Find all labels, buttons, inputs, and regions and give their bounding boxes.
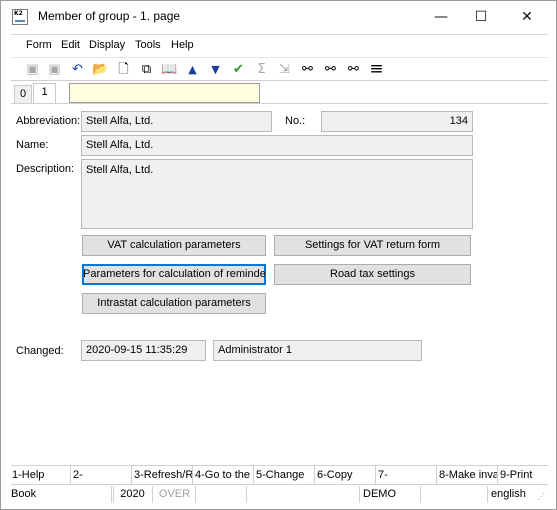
- status-bar: Book 2020 OVER DEMO english ⋰: [11, 486, 548, 503]
- find-settings-icon[interactable]: ⚯: [345, 61, 362, 78]
- binoculars-icon[interactable]: ⚯: [299, 61, 316, 78]
- fkey-1-help[interactable]: 1-Help: [11, 466, 71, 485]
- function-key-bar: 1-Help 2- 3-Refresh/R 4-Go to the 5-Chan…: [11, 465, 548, 485]
- minimize-icon: —: [434, 8, 448, 25]
- maximize-icon: ☐: [474, 8, 488, 25]
- status-language: english: [491, 488, 526, 500]
- fkey-7[interactable]: 7-: [377, 466, 437, 485]
- menu-bar: Form Edit Display Tools Help: [11, 34, 548, 56]
- abbreviation-label: Abbreviation:: [16, 115, 81, 127]
- copy-icon[interactable]: ⧉: [138, 61, 155, 78]
- fkey-4-goto[interactable]: 4-Go to the: [194, 466, 254, 485]
- name-label: Name:: [16, 139, 49, 151]
- fkey-5-change[interactable]: 5-Change: [255, 466, 315, 485]
- page-tabs: 0 1: [11, 82, 548, 104]
- status-empty-3: [248, 486, 360, 503]
- description-label: Description:: [16, 163, 75, 175]
- hamburger-menu-icon[interactable]: ≡: [368, 61, 385, 78]
- changed-date-field: 2020-09-15 11:35:29: [81, 340, 206, 361]
- road-tax-settings-button[interactable]: Road tax settings: [274, 264, 471, 285]
- fkey-9-print[interactable]: 9-Print: [499, 466, 548, 485]
- new-document-icon[interactable]: 🗋: [115, 61, 132, 78]
- vat-return-settings-button[interactable]: Settings for VAT return form: [274, 235, 471, 256]
- tab-0[interactable]: 0: [14, 85, 32, 104]
- vat-calculation-parameters-button[interactable]: VAT calculation parameters: [82, 235, 266, 256]
- abbreviation-field[interactable]: Stell Alfa, Ltd.: [81, 111, 272, 132]
- menu-help[interactable]: Help: [171, 39, 194, 51]
- number-field[interactable]: 134: [321, 111, 473, 132]
- clear-filter-icon[interactable]: ⇲: [276, 61, 293, 78]
- changed-label: Changed:: [16, 345, 64, 357]
- resize-grip-icon[interactable]: ⋰: [537, 492, 547, 502]
- arrow-up-icon[interactable]: ▲: [184, 61, 201, 78]
- save-icon[interactable]: ▣: [24, 61, 41, 78]
- status-empty-2: [197, 486, 247, 503]
- changed-by-field: Administrator 1: [213, 340, 422, 361]
- toolbar: ▣ ▣ ↶ 📂 🗋 ⧉ 📖 ▲ ▼ ✔ Σ ⇲ ⚯ ⚯ ⚯ ≡: [11, 57, 548, 81]
- status-mode: DEMO: [361, 486, 421, 503]
- menu-edit[interactable]: Edit: [61, 39, 80, 51]
- sum-icon[interactable]: Σ: [253, 61, 270, 78]
- tab-1[interactable]: 1: [33, 83, 56, 104]
- menu-display[interactable]: Display: [89, 39, 125, 51]
- close-button[interactable]: ✕: [504, 1, 550, 32]
- find-next-icon[interactable]: ⚯: [322, 61, 339, 78]
- undo-icon[interactable]: ↶: [69, 61, 86, 78]
- quick-search-field[interactable]: [69, 83, 260, 103]
- status-year: 2020: [113, 486, 153, 503]
- fkey-6-copy[interactable]: 6-Copy: [316, 466, 376, 485]
- intrastat-parameters-button[interactable]: Intrastat calculation parameters: [82, 293, 266, 314]
- fkey-3-refresh[interactable]: 3-Refresh/R: [133, 466, 193, 485]
- app-window: K2 Member of group - 1. page — ☐ ✕ Form …: [0, 0, 557, 510]
- open-folder-icon[interactable]: 📂: [92, 61, 109, 78]
- book-icon[interactable]: 📖: [161, 61, 178, 78]
- app-logo-icon: K2: [12, 9, 28, 25]
- status-overwrite: OVER: [154, 486, 196, 503]
- window-title: Member of group - 1. page: [38, 9, 181, 23]
- menu-form[interactable]: Form: [26, 39, 52, 51]
- status-book: Book: [11, 486, 112, 503]
- title-bar: K2 Member of group - 1. page — ☐ ✕: [1, 1, 556, 32]
- no-label: No.:: [285, 115, 306, 127]
- name-field[interactable]: Stell Alfa, Ltd.: [81, 135, 473, 156]
- filter-check-icon[interactable]: ✔: [230, 61, 247, 78]
- reminder-parameters-button[interactable]: Parameters for calculation of reminders: [82, 264, 266, 285]
- fkey-8-make-invalid[interactable]: 8-Make inva: [438, 466, 498, 485]
- maximize-button[interactable]: ☐: [458, 1, 504, 32]
- description-field[interactable]: Stell Alfa, Ltd.: [81, 159, 473, 229]
- arrow-down-icon[interactable]: ▼: [207, 61, 224, 78]
- menu-tools[interactable]: Tools: [135, 39, 161, 51]
- status-empty-4: [422, 486, 488, 503]
- fkey-2[interactable]: 2-: [72, 466, 132, 485]
- close-icon: ✕: [521, 8, 533, 25]
- save-as-icon[interactable]: ▣: [46, 61, 63, 78]
